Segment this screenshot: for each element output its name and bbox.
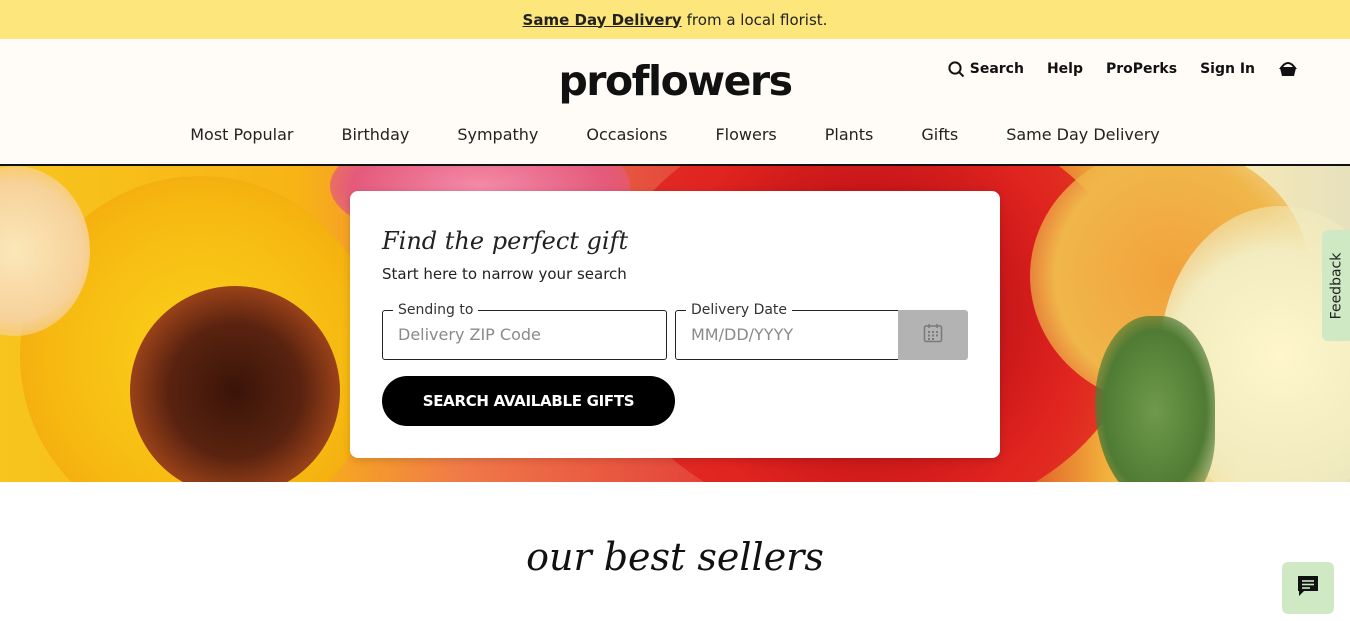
main-nav: Most Popular Birthday Sympathy Occasions… — [0, 125, 1350, 144]
date-field: Delivery Date — [675, 302, 899, 360]
properks-link[interactable]: ProPerks — [1106, 61, 1177, 77]
zip-label: Sending to — [393, 302, 479, 318]
basket-icon[interactable] — [1278, 59, 1298, 79]
nav-gifts[interactable]: Gifts — [921, 125, 958, 144]
search-label: Search — [969, 61, 1024, 77]
feedback-label: Feedback — [1328, 252, 1345, 319]
nav-sympathy[interactable]: Sympathy — [457, 125, 538, 144]
zip-field: Sending to — [382, 302, 667, 360]
promo-text: from a local florist. — [686, 10, 828, 29]
gift-finder-card: Find the perfect gift Start here to narr… — [350, 191, 1000, 458]
nav-same-day-delivery[interactable]: Same Day Delivery — [1006, 125, 1160, 144]
search-icon — [948, 60, 965, 78]
same-day-delivery-link[interactable]: Same Day Delivery — [523, 11, 682, 29]
nav-plants[interactable]: Plants — [825, 125, 874, 144]
finder-title: Find the perfect gift — [382, 227, 629, 255]
nav-occasions[interactable]: Occasions — [586, 125, 667, 144]
search-button[interactable]: Search — [948, 60, 1024, 78]
feedback-tab[interactable]: Feedback — [1322, 230, 1350, 341]
site-header: proflowers Search Help ProPerks Sign In … — [0, 39, 1350, 166]
calendar-icon — [923, 323, 943, 347]
search-available-gifts-button[interactable]: SEARCH AVAILABLE GIFTS — [382, 376, 675, 426]
finder-subtitle: Start here to narrow your search — [382, 265, 627, 283]
date-label: Delivery Date — [686, 302, 793, 318]
help-link[interactable]: Help — [1047, 61, 1083, 77]
zip-input[interactable] — [398, 325, 628, 344]
nav-birthday[interactable]: Birthday — [342, 125, 410, 144]
sign-in-link[interactable]: Sign In — [1200, 61, 1255, 77]
nav-flowers[interactable]: Flowers — [715, 125, 776, 144]
best-sellers-heading: our best sellers — [526, 535, 824, 579]
utility-nav: Search Help ProPerks Sign In — [948, 59, 1298, 79]
green-leaf — [1095, 316, 1215, 482]
nav-most-popular[interactable]: Most Popular — [190, 125, 293, 144]
chat-button[interactable] — [1282, 562, 1334, 614]
calendar-button[interactable] — [898, 310, 968, 360]
chat-icon — [1295, 573, 1321, 603]
sunflower-center — [130, 286, 340, 482]
promo-banner: Same Day Delivery from a local florist. — [0, 0, 1350, 39]
date-input[interactable] — [691, 325, 881, 344]
